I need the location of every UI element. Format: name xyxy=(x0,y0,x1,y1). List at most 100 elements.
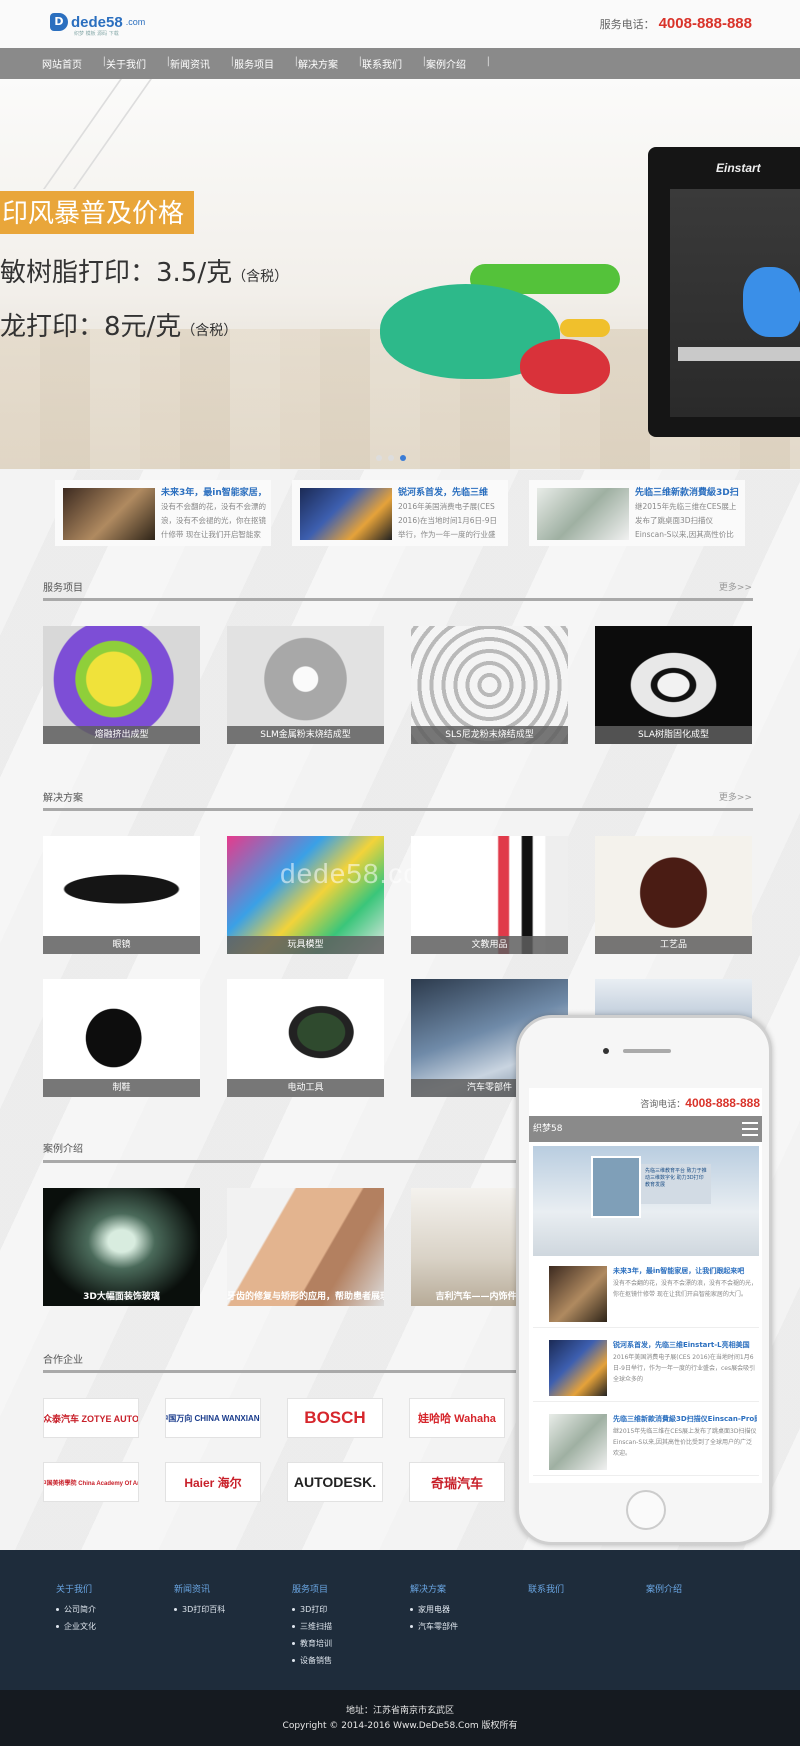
news-title[interactable]: 未来3年，最in智能家居， xyxy=(161,485,267,498)
mobile-site-name: 织梦58 xyxy=(533,1124,563,1134)
banner-model-yellow-part xyxy=(560,319,610,337)
partner-logo-haier[interactable]: Haier 海尔 xyxy=(165,1462,261,1502)
mobile-news-title[interactable]: 未来3年，最in智能家居，让我们跟起来吧 xyxy=(613,1266,757,1276)
nav-item-home[interactable]: 网站首页 xyxy=(42,56,106,71)
footer-heading[interactable]: 新闻资讯 xyxy=(174,1582,225,1595)
nav-item-news[interactable]: 新闻资讯 xyxy=(170,56,234,71)
nav-item-cases[interactable]: 案例介绍 xyxy=(426,56,490,71)
news-title[interactable]: 锐河系首发，先临三维 xyxy=(398,485,504,498)
mobile-hotline-number: 4008-888-888 xyxy=(685,1096,760,1110)
banner-dot[interactable] xyxy=(376,455,382,461)
mobile-nav-bar: 织梦58 xyxy=(529,1116,762,1142)
footer-link[interactable]: 三维扫描 xyxy=(292,1621,332,1632)
partner-logo-wahaha[interactable]: 娃哈哈 Wahaha xyxy=(409,1398,505,1438)
phone-home-button xyxy=(626,1490,666,1530)
mobile-news-title[interactable]: 锐河系首发，先临三维Einstart-L亮相美国 xyxy=(613,1340,757,1350)
solution-card[interactable]: 文教用品 xyxy=(411,836,568,954)
hamburger-menu-icon[interactable] xyxy=(742,1122,758,1136)
nav-item-solutions[interactable]: 解决方案 xyxy=(298,56,362,71)
footer-column-cases: 案例介绍 xyxy=(646,1582,682,1604)
partner-logo-chery[interactable]: 奇瑞汽车 xyxy=(409,1462,505,1502)
footer-link[interactable]: 企业文化 xyxy=(56,1621,96,1632)
service-card[interactable]: SLM金属粉末烧结成型 xyxy=(227,626,384,744)
footer-link[interactable]: 公司简介 xyxy=(56,1604,96,1615)
service-card[interactable]: SLA树脂固化成型 xyxy=(595,626,752,744)
nav-item-contact[interactable]: 联系我们 xyxy=(362,56,426,71)
site-header: D dede58 .com 织梦 模板 源码 下载 服务电话： 4008-888… xyxy=(0,0,800,48)
printer-bed xyxy=(678,347,800,361)
banner-price-2: 龙打印：8元/克 xyxy=(0,312,182,342)
banner-dot[interactable] xyxy=(388,455,394,461)
footer-link[interactable]: 教育培训 xyxy=(292,1638,332,1649)
mobile-news-thumb xyxy=(549,1266,607,1322)
solution-card[interactable]: 眼镜 xyxy=(43,836,200,954)
mobile-news-summary: 继2015年先临三维在CES展上发布了跳桌面3D扫描仪Einscan-S以来,因… xyxy=(613,1428,757,1457)
solution-card[interactable]: 玩具模型 xyxy=(227,836,384,954)
mobile-news-item[interactable]: 先临三维新款消費級3D扫描仪Einscan-Pro即将 继2015年先临三维在C… xyxy=(533,1408,759,1476)
solution-card[interactable]: 工艺品 xyxy=(595,836,752,954)
partner-logo-autodesk[interactable]: AUTODESK. xyxy=(287,1462,383,1502)
footer-column-about: 关于我们 公司简介 企业文化 xyxy=(56,1582,96,1638)
banner-dot-active[interactable] xyxy=(400,455,406,461)
solution-caption: 制鞋 xyxy=(43,1079,200,1097)
solution-caption: 电动工具 xyxy=(227,1079,384,1097)
hotline-number: 4008-888-888 xyxy=(658,15,752,32)
mobile-news-thumb xyxy=(549,1414,607,1470)
partner-logo-wanxiang[interactable]: 中国万向 CHINA WANXIANG xyxy=(165,1398,261,1438)
printer-brand: Einstart xyxy=(716,161,761,175)
service-card[interactable]: 熔融挤出成型 xyxy=(43,626,200,744)
banner-price-line-1: 敏树脂打印：3.5/克（含税） xyxy=(0,252,288,289)
mobile-news-item[interactable]: 未来3年，最in智能家居，让我们跟起来吧 没有不会翻的花，没有不会漂的浪，没有不… xyxy=(533,1260,759,1328)
mobile-news-title[interactable]: 先临三维新款消費級3D扫描仪Einscan-Pro即将 xyxy=(613,1414,757,1424)
solution-caption: 玩具模型 xyxy=(227,936,384,954)
news-item[interactable]: 未来3年，最in智能家居， 没有不会翻的花，没有不会漂的浪，没有不会褪的光，你在… xyxy=(55,480,271,546)
nav-item-about[interactable]: 关于我们 xyxy=(106,56,170,71)
case-card[interactable]: 牙齿的修复与矫形的应用，帮助患者展现 xyxy=(227,1188,384,1306)
solution-card[interactable]: 电动工具 xyxy=(227,979,384,1097)
footer-link[interactable]: 3D打印百科 xyxy=(174,1604,225,1615)
solutions-more-link[interactable]: 更多>> xyxy=(719,790,752,803)
footer-heading[interactable]: 联系我们 xyxy=(528,1582,564,1595)
footer-column-news: 新闻资讯 3D打印百科 xyxy=(174,1582,225,1621)
service-caption: 熔融挤出成型 xyxy=(43,726,200,744)
logo-d-icon: D xyxy=(50,13,68,31)
service-card[interactable]: SLS尼龙粉末烧结成型 xyxy=(411,626,568,744)
nav-item-services[interactable]: 服务项目 xyxy=(234,56,298,71)
footer-heading[interactable]: 解决方案 xyxy=(410,1582,458,1595)
footer-address: 地址：江苏省南京市玄武区 xyxy=(345,1706,454,1716)
news-item[interactable]: 锐河系首发，先临三维 2016年美国消费电子展(CES 2016)在当地时间1月… xyxy=(292,480,508,546)
news-item[interactable]: 先临三维新款消費級3D扫 继2015年先临三维在CES展上发布了跳桌面3D扫描仪… xyxy=(529,480,745,546)
solution-caption: 工艺品 xyxy=(595,936,752,954)
footer-link[interactable]: 家用电器 xyxy=(410,1604,458,1615)
mobile-banner[interactable]: 先临三维教育平台 致力于推动三维数字化 助力3D打印教育发展 xyxy=(533,1146,759,1256)
mobile-news-item[interactable]: 锐河系首发，先临三维Einstart-L亮相美国 2016年美国消费电子展(CE… xyxy=(533,1334,759,1402)
footer-link[interactable]: 设备销售 xyxy=(292,1655,332,1666)
logo-tagline: 织梦 模板 源码 下载 xyxy=(74,31,119,37)
banner-tax-note-1: （含税） xyxy=(232,269,289,285)
news-thumb-ces xyxy=(300,488,392,540)
partner-logo-zotye[interactable]: 众泰汽车 ZOTYE AUTO xyxy=(43,1398,139,1438)
news-thumb-scanner xyxy=(537,488,629,540)
site-logo[interactable]: D dede58 .com 织梦 模板 源码 下载 xyxy=(50,13,145,37)
solution-caption: 文教用品 xyxy=(411,936,568,954)
service-caption: SLM金属粉末烧结成型 xyxy=(227,726,384,744)
banner-tag: 印风暴普及价格 xyxy=(0,191,195,234)
main-nav: 网站首页 关于我们 新闻资讯 服务项目 解决方案 联系我们 案例介绍 xyxy=(0,48,800,79)
partner-logo-caa[interactable]: 中国美術學院 China Academy Of Art xyxy=(43,1462,139,1502)
footer-heading[interactable]: 案例介绍 xyxy=(646,1582,682,1595)
footer-heading[interactable]: 关于我们 xyxy=(56,1582,96,1595)
service-caption: SLA树脂固化成型 xyxy=(595,726,752,744)
partner-logo-bosch[interactable]: BOSCH xyxy=(287,1398,383,1438)
footer-heading[interactable]: 服务项目 xyxy=(292,1582,332,1595)
hotline-label: 服务电话： xyxy=(599,18,655,31)
hero-banner[interactable]: 印风暴普及价格 敏树脂打印：3.5/克（含税） 龙打印：8元/克 （含税） Ein… xyxy=(0,79,800,469)
solution-card[interactable]: 制鞋 xyxy=(43,979,200,1097)
services-more-link[interactable]: 更多>> xyxy=(719,580,752,593)
phone-speaker xyxy=(623,1049,671,1053)
footer-link[interactable]: 汽车零部件 xyxy=(410,1621,458,1632)
news-title[interactable]: 先临三维新款消費級3D扫 xyxy=(635,485,741,498)
mobile-hotline-label: 咨询电话： xyxy=(640,1100,686,1110)
case-card[interactable]: 3D大幅面装饰玻璃 xyxy=(43,1188,200,1306)
footer-link[interactable]: 3D打印 xyxy=(292,1604,332,1615)
footer-column-services: 服务项目 3D打印 三维扫描 教育培训 设备销售 xyxy=(292,1582,332,1672)
